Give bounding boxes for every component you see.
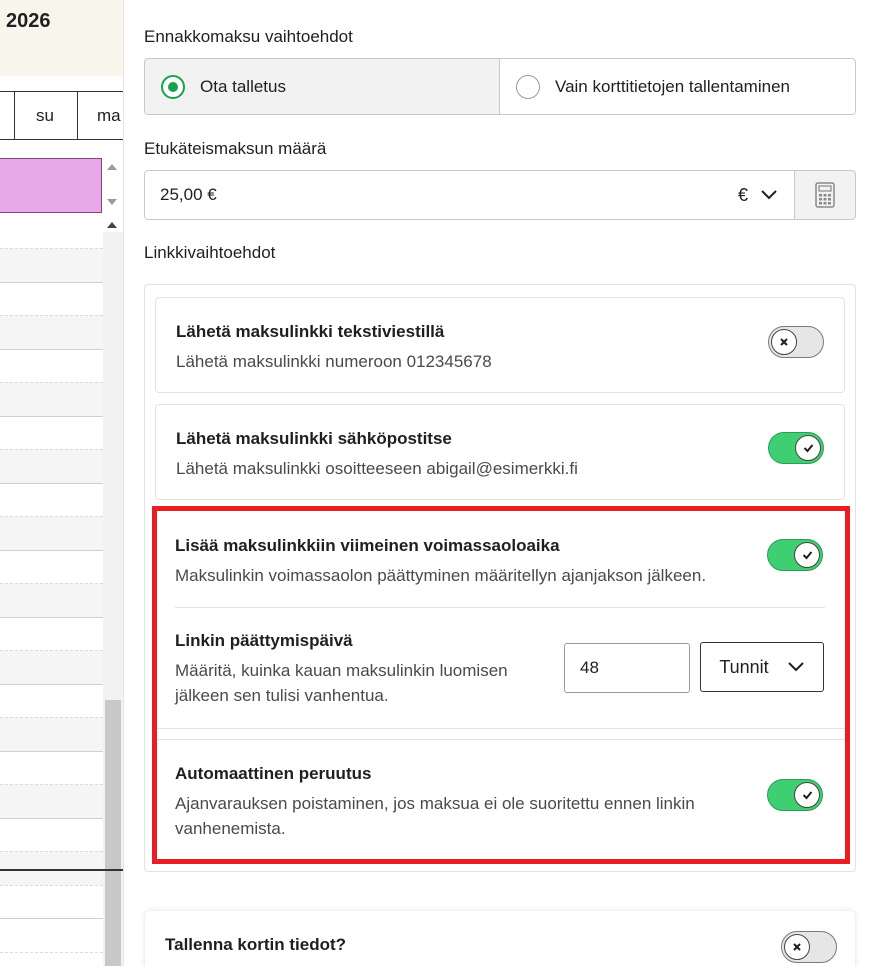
save-card-title: Tallenna kortin tiedot? — [165, 935, 347, 954]
save-card-toggle[interactable] — [781, 931, 837, 963]
calendar-day-row: su ma — [0, 91, 123, 140]
grid-line — [0, 416, 103, 417]
deposit-options-selector: Ota talletus Vain korttitietojen tallent… — [144, 58, 856, 115]
close-icon — [793, 943, 801, 951]
grid-line — [0, 684, 103, 685]
day-divider — [14, 92, 15, 139]
scroll-up-arrow-icon[interactable] — [107, 164, 117, 170]
grid-band — [0, 784, 103, 818]
grid-band — [0, 516, 103, 550]
grid-line — [0, 550, 103, 551]
grid-line — [0, 818, 103, 819]
calendar-year: 2026 — [6, 10, 51, 32]
close-icon — [780, 338, 788, 346]
radio-unselected-icon[interactable] — [516, 74, 540, 99]
prepayment-amount-field: € — [144, 170, 856, 220]
grid-line — [0, 248, 103, 249]
grid-band — [0, 851, 103, 885]
grid-line — [0, 650, 103, 651]
current-time-line — [0, 869, 123, 871]
sms-link-description: Lähetä maksulinkki numeroon 012345678 — [176, 352, 492, 371]
option-label: Vain korttitietojen tallentaminen — [555, 76, 790, 96]
sms-link-card: Lähetä maksulinkki tekstiviestillä Lähet… — [155, 297, 845, 393]
toggle-knob — [771, 329, 797, 355]
chevron-down-icon — [761, 190, 777, 200]
calendar-panel: 2026 su ma — [0, 0, 124, 966]
grid-band — [0, 382, 103, 416]
scroll-up-arrow-icon[interactable] — [107, 222, 117, 228]
email-link-title: Lähetä maksulinkki sähköpostitse — [176, 429, 452, 448]
currency-value: € — [737, 184, 748, 205]
email-link-card: Lähetä maksulinkki sähköpostitse Lähetä … — [155, 404, 845, 500]
grid-band — [0, 717, 103, 751]
prepayment-amount-label: Etukäteismaksun määrä — [144, 139, 327, 158]
grid-line — [0, 583, 103, 584]
grid-line — [0, 315, 103, 316]
grid-band — [0, 248, 103, 282]
grid-line — [0, 382, 103, 383]
grid-line — [0, 449, 103, 450]
toggle-knob — [795, 435, 821, 461]
day-label-su[interactable]: su — [36, 106, 54, 126]
grid-line — [0, 885, 103, 886]
scroll-down-arrow-icon[interactable] — [107, 199, 117, 205]
grid-line — [0, 918, 103, 919]
email-link-toggle[interactable] — [768, 432, 824, 464]
grid-line — [0, 784, 103, 785]
currency-select[interactable]: € — [737, 171, 794, 219]
grid-band — [0, 315, 103, 349]
sms-link-title: Lähetä maksulinkki tekstiviestillä — [176, 322, 445, 341]
amount-input[interactable] — [145, 171, 738, 219]
radio-selected-icon[interactable] — [161, 74, 185, 99]
grid-line — [0, 617, 103, 618]
option-take-deposit[interactable]: Ota talletus — [145, 59, 500, 114]
grid-band — [0, 650, 103, 684]
grid-line — [0, 516, 103, 517]
grid-line — [0, 349, 103, 350]
day-label-ma[interactable]: ma — [97, 106, 121, 126]
calendar-event[interactable] — [0, 158, 102, 213]
toggle-knob — [784, 934, 810, 960]
scrollbar-thumb[interactable] — [105, 700, 121, 966]
grid-line — [0, 751, 103, 752]
deposit-options-label: Ennakkomaksu vaihtoehdot — [144, 27, 353, 46]
email-link-description: Lähetä maksulinkki osoitteeseen abigail@… — [176, 459, 578, 478]
check-icon — [803, 444, 813, 453]
grid-band — [0, 449, 103, 483]
day-divider — [77, 92, 78, 139]
option-save-card-only[interactable]: Vain korttitietojen tallentaminen — [500, 59, 855, 114]
grid-line — [0, 851, 103, 852]
sms-link-toggle[interactable] — [768, 326, 824, 358]
option-label: Ota talletus — [200, 76, 286, 96]
calendar-header: 2026 — [0, 0, 123, 76]
highlight-annotation-box — [152, 506, 850, 864]
grid-line — [0, 483, 103, 484]
grid-line — [0, 952, 103, 953]
calculator-icon — [815, 182, 835, 208]
grid-line — [0, 282, 103, 283]
payment-settings-panel: Ennakkomaksu vaihtoehdot Ota talletus Va… — [124, 0, 870, 966]
calendar-grid — [0, 216, 123, 966]
grid-band — [0, 583, 103, 617]
link-options-label: Linkkivaihtoehdot — [144, 243, 276, 262]
calculator-button[interactable] — [794, 171, 855, 219]
grid-line — [0, 717, 103, 718]
save-card-details-card: Tallenna kortin tiedot? — [144, 910, 856, 966]
